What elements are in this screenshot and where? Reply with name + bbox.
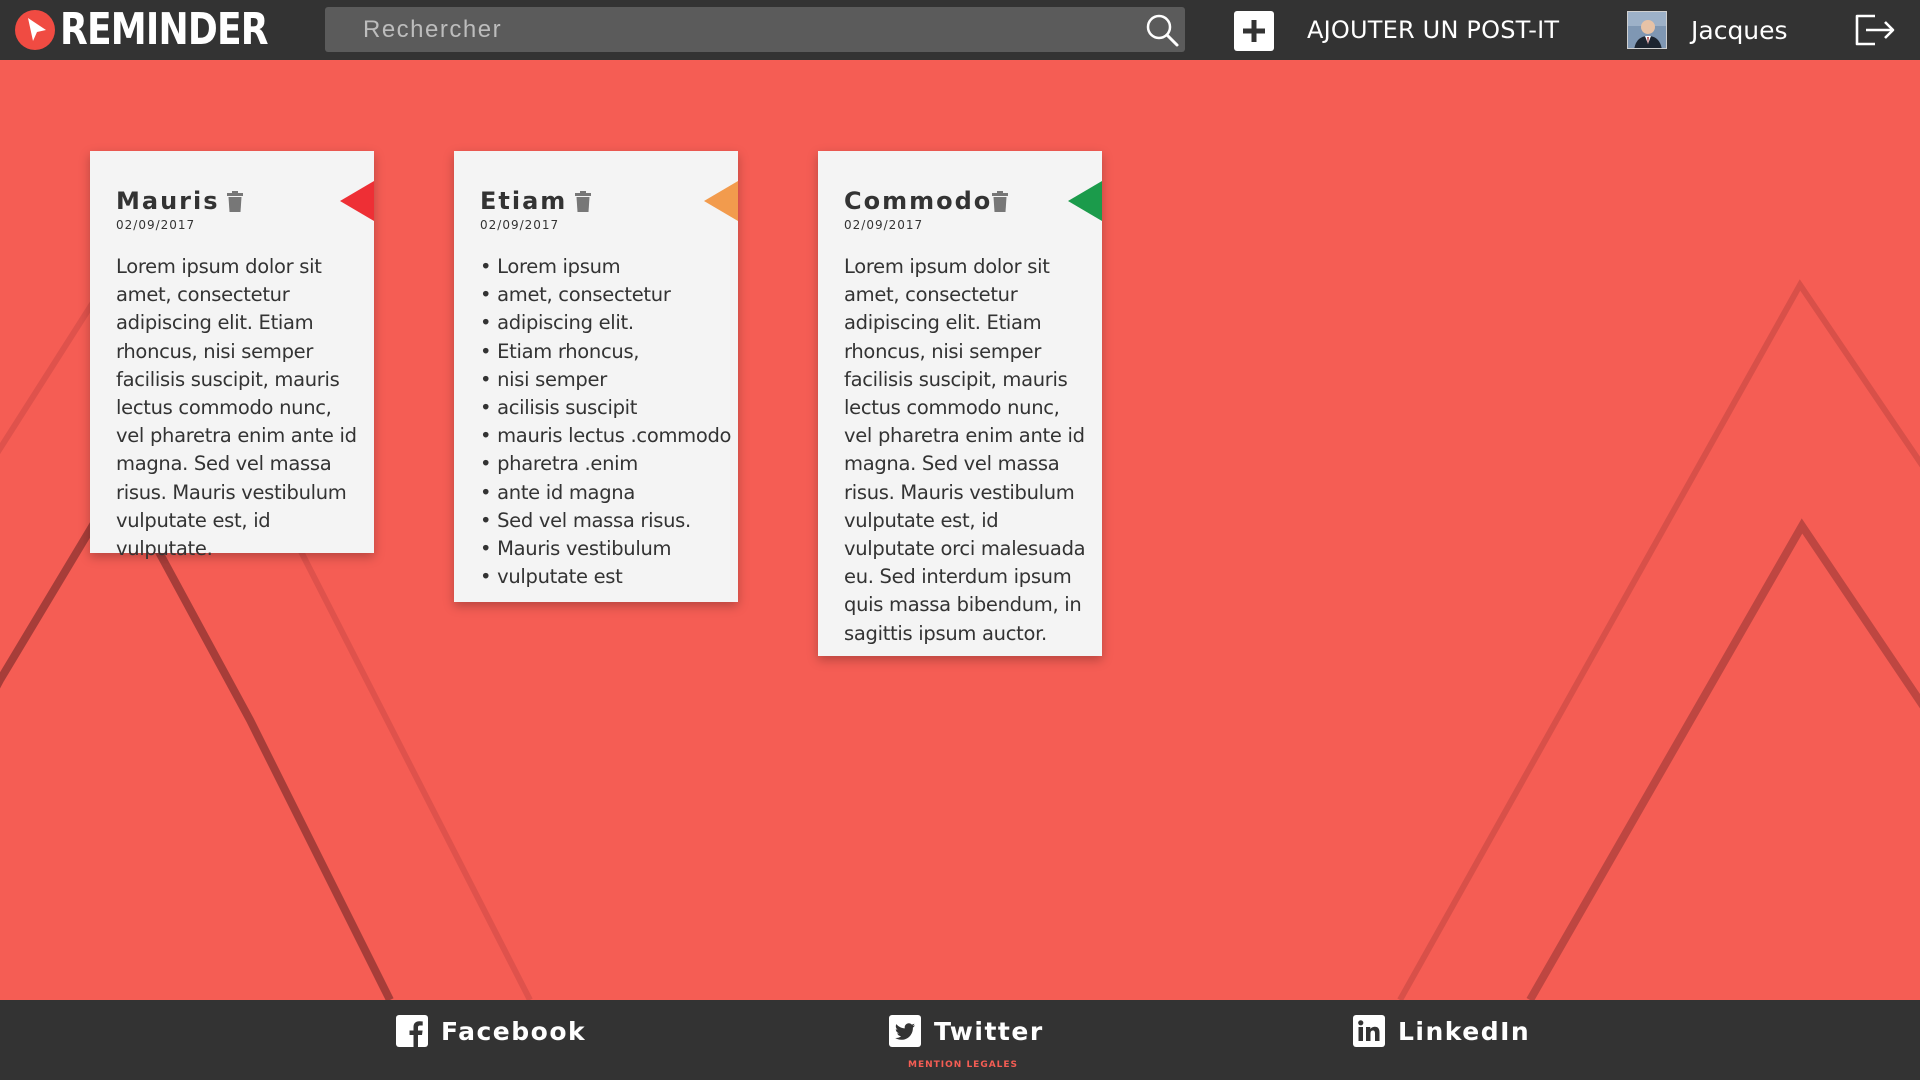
add-note-button[interactable] bbox=[1234, 11, 1274, 51]
note-title[interactable]: Mauris bbox=[116, 187, 220, 215]
triangle-flag-icon bbox=[704, 181, 738, 221]
twitter-icon bbox=[889, 1015, 921, 1047]
user-name[interactable]: Jacques bbox=[1691, 16, 1788, 45]
note-date: 02/09/2017 bbox=[116, 218, 196, 232]
footer: Facebook Twitter LinkedIn MENTION LEGALE… bbox=[0, 1000, 1920, 1080]
trash-icon[interactable] bbox=[991, 191, 1009, 213]
list-item: nisi semper bbox=[480, 366, 725, 394]
note-card[interactable]: Mauris 02/09/2017 Lorem ipsum dolor sit … bbox=[90, 151, 374, 560]
list-item: Mauris vestibulum bbox=[480, 535, 725, 563]
note-body: Lorem ipsum dolor sit amet, consectetur … bbox=[844, 255, 1086, 645]
facebook-icon bbox=[396, 1015, 428, 1047]
list-item: acilisis suscipit bbox=[480, 394, 725, 422]
list-item: Etiam rhoncus, bbox=[480, 338, 725, 366]
note-card[interactable]: Commodo 02/09/2017 Lorem ipsum dolor sit… bbox=[818, 151, 1102, 656]
trash-icon[interactable] bbox=[226, 191, 244, 213]
list-item: amet, consectetur bbox=[480, 281, 725, 309]
note-body: Lorem ipsum dolor sit amet, consectetur … bbox=[116, 255, 357, 561]
logout-icon[interactable] bbox=[1851, 10, 1897, 50]
search-input[interactable] bbox=[325, 7, 1143, 52]
triangle-flag-icon bbox=[1068, 181, 1102, 221]
linkedin-link[interactable]: LinkedIn bbox=[1353, 1014, 1530, 1048]
list-item: mauris lectus .commodo bbox=[480, 422, 731, 450]
play-cursor-icon bbox=[15, 10, 55, 50]
app-brand: REMINDER bbox=[60, 4, 269, 55]
note-title[interactable]: Etiam bbox=[480, 187, 567, 215]
linkedin-icon bbox=[1353, 1015, 1385, 1047]
legal-link[interactable]: MENTION LEGALES bbox=[908, 1060, 1018, 1070]
list-item: pharetra .enim bbox=[480, 450, 725, 478]
add-note-label[interactable]: AJOUTER UN POST-IT bbox=[1307, 16, 1559, 44]
facebook-link[interactable]: Facebook bbox=[396, 1014, 586, 1048]
note-card[interactable]: Etiam 02/09/2017 Lorem ipsum amet, conse… bbox=[454, 151, 738, 602]
linkedin-label: LinkedIn bbox=[1398, 1016, 1531, 1046]
note-body: Lorem ipsum amet, consectetur adipiscing… bbox=[480, 253, 731, 591]
trash-icon[interactable] bbox=[574, 191, 592, 213]
facebook-label: Facebook bbox=[441, 1016, 587, 1046]
list-item: ante id magna bbox=[480, 479, 725, 507]
note-date: 02/09/2017 bbox=[844, 218, 924, 232]
plus-icon bbox=[1243, 20, 1265, 42]
app-logo[interactable]: REMINDER bbox=[14, 8, 313, 52]
list-item: vulputate est bbox=[480, 563, 725, 591]
twitter-link[interactable]: Twitter bbox=[889, 1014, 1044, 1048]
triangle-flag-icon bbox=[340, 181, 374, 221]
top-bar: REMINDER AJOUTER UN POST-IT Jacques bbox=[0, 0, 1920, 60]
list-item: Lorem ipsum bbox=[480, 253, 725, 281]
avatar[interactable] bbox=[1627, 11, 1667, 49]
list-item: adipiscing elit. bbox=[480, 309, 725, 337]
user-avatar-icon bbox=[1628, 12, 1666, 48]
note-checklist: Lorem ipsum amet, consectetur adipiscing… bbox=[480, 253, 731, 591]
search-bar bbox=[325, 7, 1185, 52]
twitter-label: Twitter bbox=[934, 1016, 1044, 1046]
note-title[interactable]: Commodo bbox=[844, 187, 992, 215]
list-item: Sed vel massa risus. bbox=[480, 507, 725, 535]
note-date: 02/09/2017 bbox=[480, 218, 560, 232]
search-icon[interactable] bbox=[1143, 11, 1181, 49]
